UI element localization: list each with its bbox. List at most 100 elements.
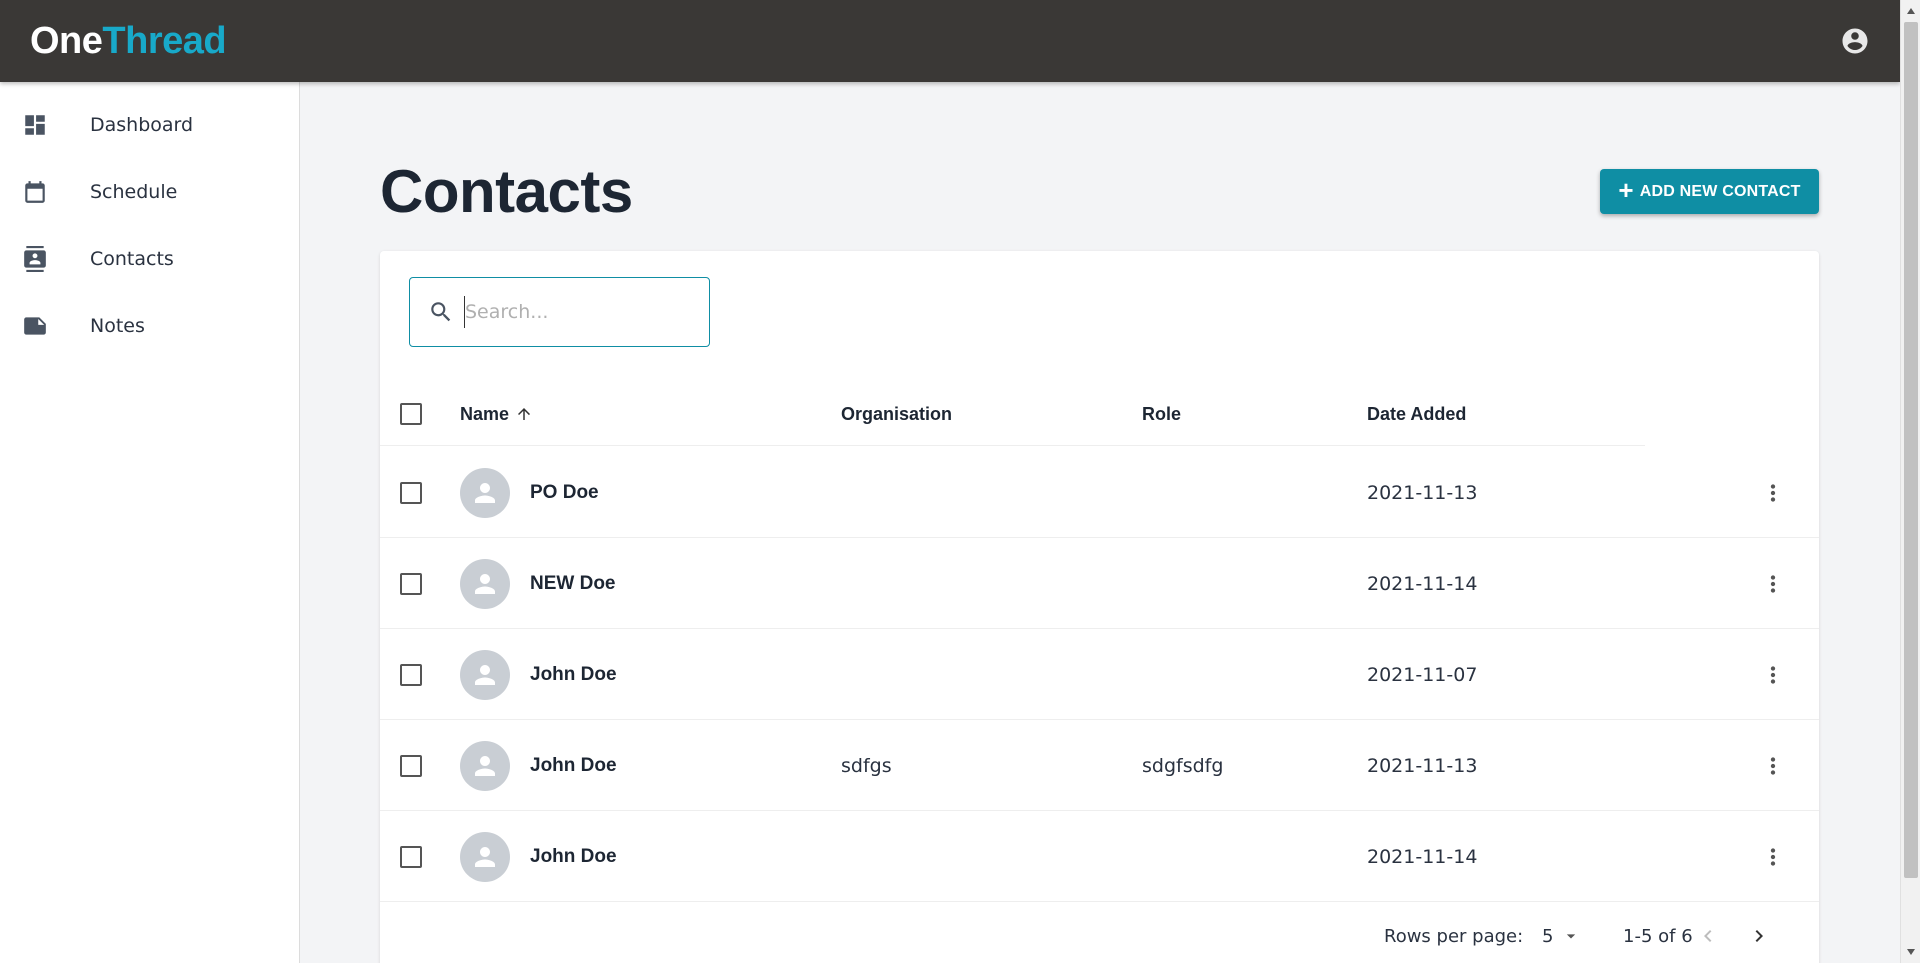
avatar: [460, 831, 510, 882]
logo-text-one: One: [30, 19, 103, 62]
row-checkbox[interactable]: [400, 481, 422, 504]
sidebar-item-dashboard[interactable]: Dashboard: [0, 91, 299, 158]
page-range: 1-5 of 6: [1623, 925, 1693, 947]
row-select-cell: [400, 811, 422, 902]
scroll-up-button[interactable]: [1901, 2, 1920, 20]
select-all-cell: [400, 382, 422, 446]
contacts-table-card: Name Organisation Role Date Added PO Doe…: [380, 251, 1819, 963]
row-checkbox[interactable]: [400, 663, 422, 686]
date-added-cell: 2021-11-13: [1367, 481, 1478, 504]
search-icon: [431, 302, 451, 322]
next-page-button[interactable]: [1744, 921, 1774, 951]
contact-name: John Doe: [530, 845, 617, 867]
add-new-contact-button[interactable]: + ADD NEW CONTACT: [1600, 169, 1819, 214]
rows-per-page-value: 5: [1542, 925, 1554, 947]
row-select-cell: [400, 447, 422, 538]
name-cell: John Doe: [460, 629, 617, 720]
column-header-name[interactable]: Name: [460, 382, 533, 446]
sidebar-item-contacts[interactable]: Contacts: [0, 225, 299, 292]
sidebar-item-schedule[interactable]: Schedule: [0, 158, 299, 225]
person-icon: [475, 482, 495, 503]
triangle-up-icon: [1907, 8, 1915, 14]
avatar: [460, 649, 510, 700]
sidebar-nav: Dashboard Schedule Contacts Notes: [0, 82, 300, 963]
column-header-organisation[interactable]: Organisation: [841, 382, 952, 446]
table-header: Name Organisation Role Date Added: [380, 382, 1645, 446]
sidebar-item-notes[interactable]: Notes: [0, 292, 299, 359]
scroll-down-button[interactable]: [1901, 943, 1920, 961]
name-cell: PO Doe: [460, 447, 599, 538]
date-added-cell: 2021-11-14: [1367, 845, 1478, 868]
account-circle-icon: [1842, 28, 1868, 54]
column-header-date-added[interactable]: Date Added: [1367, 382, 1466, 446]
row-select-cell: [400, 629, 422, 720]
rows-per-page-select[interactable]: 5: [1542, 926, 1581, 947]
chevron-left-icon: [1704, 930, 1712, 942]
person-icon: [475, 846, 495, 867]
table-row[interactable]: PO Doe 2021-11-13: [380, 447, 1819, 538]
organisation-cell: sdfgs: [841, 754, 892, 777]
row-select-cell: [400, 538, 422, 629]
table-row[interactable]: John Doe sdfgs sdgfsdfg 2021-11-13: [380, 720, 1819, 811]
more-vert-icon: [1770, 574, 1776, 593]
row-checkbox[interactable]: [400, 845, 422, 868]
row-actions-button[interactable]: [1760, 538, 1786, 629]
arrow-upward-icon: [518, 408, 531, 420]
calendar-icon: [22, 179, 48, 205]
date-added-cell: 2021-11-14: [1367, 572, 1478, 595]
main-content: Contacts + ADD NEW CONTACT Name Organisa…: [300, 82, 1900, 963]
logo-text-thread: Thread: [102, 19, 227, 62]
role-cell: sdgfsdfg: [1142, 754, 1224, 777]
row-checkbox[interactable]: [400, 754, 422, 777]
more-vert-icon: [1770, 665, 1776, 684]
more-vert-icon: [1770, 483, 1776, 502]
page-title: Contacts: [380, 158, 633, 225]
contact-name: John Doe: [530, 663, 617, 685]
plus-icon: +: [1618, 175, 1634, 205]
avatar: [460, 740, 510, 791]
triangle-down-icon: [1907, 949, 1915, 955]
prev-page-cell: [1693, 903, 1723, 963]
column-header-label: Organisation: [841, 403, 953, 424]
vertical-scrollbar[interactable]: [1900, 0, 1920, 963]
name-cell: John Doe: [460, 720, 617, 811]
chevron-right-icon: [1755, 930, 1763, 942]
scrollbar-thumb[interactable]: [1904, 22, 1918, 878]
row-actions-button[interactable]: [1760, 629, 1786, 720]
app-logo[interactable]: OneThread: [30, 19, 227, 63]
row-actions-button[interactable]: [1760, 447, 1786, 538]
row-select-cell: [400, 720, 422, 811]
more-vert-icon: [1770, 756, 1776, 775]
name-cell: NEW Doe: [460, 538, 616, 629]
contacts-icon: [22, 245, 48, 272]
table-row[interactable]: NEW Doe 2021-11-14: [380, 538, 1819, 629]
rows-per-page-label: Rows per page:: [1384, 925, 1524, 947]
column-header-role[interactable]: Role: [1142, 382, 1181, 446]
next-page-cell: [1744, 903, 1774, 963]
table-row[interactable]: John Doe 2021-11-07: [380, 629, 1819, 720]
sidebar-item-label: Dashboard: [90, 113, 194, 136]
search-field[interactable]: [409, 277, 710, 347]
name-cell: John Doe: [460, 811, 617, 902]
person-icon: [475, 755, 495, 776]
select-all-checkbox[interactable]: [400, 403, 422, 425]
add-new-contact-label: ADD NEW CONTACT: [1639, 182, 1801, 200]
previous-page-button[interactable]: [1693, 921, 1723, 951]
more-vert-icon: [1770, 847, 1776, 866]
search-input[interactable]: [464, 296, 694, 328]
sidebar-item-label: Notes: [90, 314, 145, 337]
avatar: [460, 558, 510, 609]
row-actions-button[interactable]: [1760, 720, 1786, 811]
date-added-cell: 2021-11-07: [1367, 663, 1478, 686]
person-icon: [475, 664, 495, 685]
contact-name: John Doe: [530, 754, 617, 776]
person-icon: [475, 573, 495, 594]
table-row[interactable]: John Doe 2021-11-14: [380, 811, 1819, 902]
account-button[interactable]: [1840, 26, 1870, 56]
note-icon: [22, 313, 48, 339]
row-actions-button[interactable]: [1760, 811, 1786, 902]
avatar: [460, 467, 510, 518]
arrow-drop-down-icon: [1567, 934, 1576, 939]
row-checkbox[interactable]: [400, 572, 422, 595]
column-header-label: Role: [1142, 403, 1182, 424]
